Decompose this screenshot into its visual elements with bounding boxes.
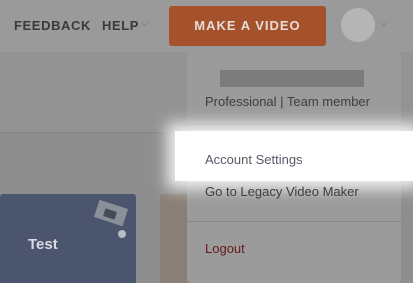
plan-label: Professional | Team member — [205, 94, 370, 109]
top-nav: FEEDBACK HELP ⌵ MAKE A VIDEO ⌵ — [0, 0, 413, 52]
divider — [187, 124, 401, 125]
make-a-video-button[interactable]: MAKE A VIDEO — [169, 6, 326, 46]
logout-item[interactable]: Logout — [205, 241, 245, 256]
user-name-redacted — [220, 70, 364, 87]
video-card[interactable]: Test — [0, 194, 136, 283]
desk-illustration — [93, 200, 129, 238]
legacy-video-maker-item[interactable]: Go to Legacy Video Maker — [205, 184, 359, 199]
help-menu[interactable]: HELP — [102, 18, 139, 33]
chevron-down-icon[interactable]: ⌵ — [380, 18, 388, 29]
feedback-link[interactable]: FEEDBACK — [14, 18, 91, 33]
video-card-title: Test — [28, 236, 58, 253]
chevron-down-icon[interactable]: ⌵ — [141, 18, 149, 29]
divider — [187, 221, 401, 222]
account-settings-item[interactable]: Account Settings — [205, 152, 303, 167]
avatar[interactable] — [341, 8, 375, 42]
